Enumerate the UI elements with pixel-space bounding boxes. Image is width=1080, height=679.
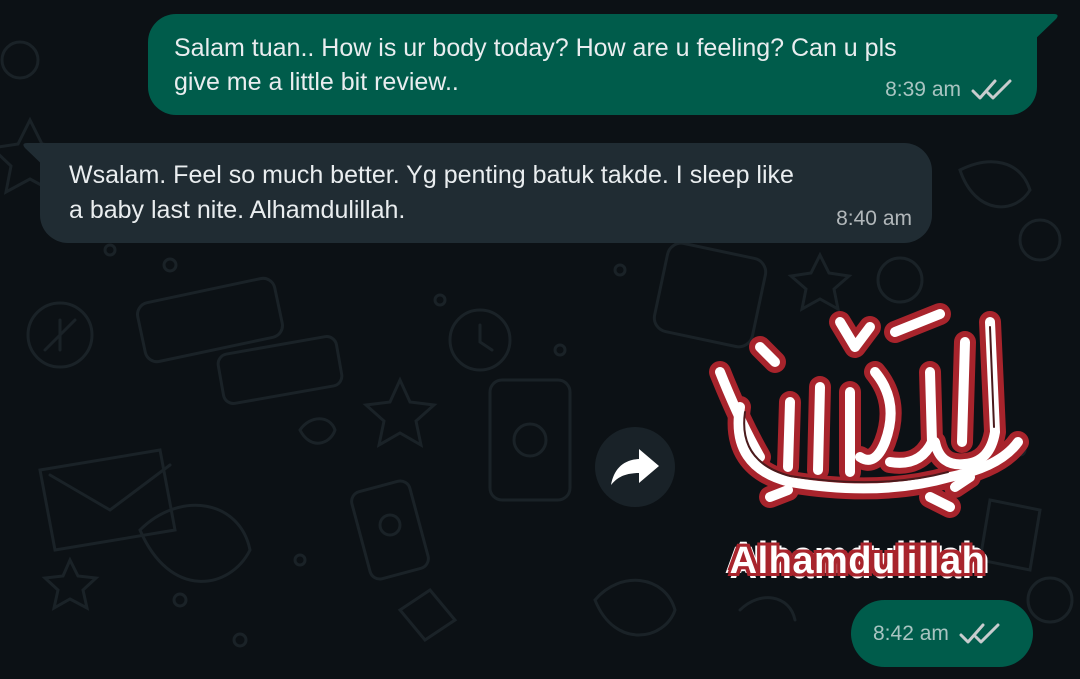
message-bubble-incoming[interactable]: Wsalam. Feel so much better. Yg penting … — [40, 143, 932, 243]
message-meta: 8:39 am — [885, 78, 1015, 102]
double-check-icon — [971, 79, 1012, 100]
message-meta: 8:40 am — [836, 207, 912, 231]
forward-arrow-icon — [611, 449, 659, 485]
message-text: Salam tuan.. How is ur body today? How a… — [174, 34, 897, 62]
sticker-caption: Alhamdulillah — [729, 540, 986, 582]
message-text: give me a little bit review.. — [174, 68, 459, 96]
message-time: 8:42 am — [873, 622, 949, 645]
message-text: Wsalam. Feel so much better. Yg penting … — [69, 161, 794, 189]
alhamdulillah-calligraphy-sticker — [709, 303, 1029, 518]
message-text: a baby last nite. Alhamdulillah. — [69, 196, 406, 224]
forward-button[interactable] — [595, 427, 675, 507]
message-bubble-outgoing[interactable]: Salam tuan.. How is ur body today? How a… — [148, 14, 1037, 115]
message-time: 8:40 am — [836, 207, 912, 230]
message-meta: 8:42 am — [873, 622, 1003, 646]
sticker-meta-pill: 8:42 am — [851, 600, 1033, 667]
chat-area[interactable]: Salam tuan.. How is ur body today? How a… — [0, 0, 1080, 679]
double-check-icon — [959, 623, 1000, 644]
sticker-message[interactable]: Alhamdulillah — [700, 292, 1035, 590]
message-time: 8:39 am — [885, 78, 961, 101]
